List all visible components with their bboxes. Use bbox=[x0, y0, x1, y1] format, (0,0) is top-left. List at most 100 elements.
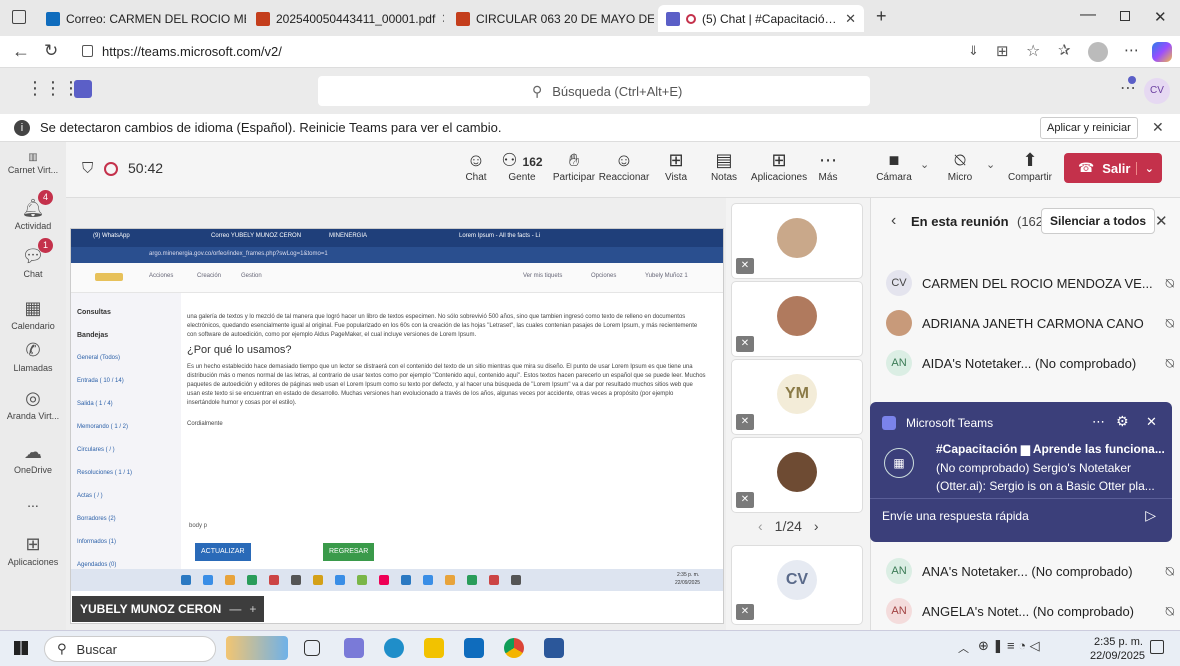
chevron-left-icon[interactable]: ‹ bbox=[758, 518, 763, 534]
chevron-left-icon[interactable]: ‹ bbox=[891, 212, 896, 230]
participant-row[interactable]: CV CARMEN DEL ROCIO MENDOZA VE... ⍉ bbox=[886, 268, 1174, 298]
video-tile[interactable]: YM ✕ bbox=[732, 360, 862, 434]
close-icon[interactable]: ✕ bbox=[1155, 212, 1168, 230]
rail-item-carnet[interactable]: ▥ Carnet Virt... bbox=[0, 152, 66, 175]
send-icon[interactable]: ▷ bbox=[1145, 507, 1156, 524]
chevron-down-icon[interactable]: ⌄ bbox=[920, 158, 929, 171]
copilot-icon[interactable] bbox=[1152, 42, 1172, 62]
app-launcher-icon[interactable]: ⋮⋮⋮ bbox=[26, 78, 80, 99]
video-tile[interactable]: ✕ bbox=[732, 204, 862, 278]
mic-button[interactable]: ⍉ Micro bbox=[934, 150, 986, 183]
site-info-icon[interactable] bbox=[82, 45, 93, 57]
close-icon[interactable]: ✕ bbox=[839, 11, 856, 27]
quick-reply-input[interactable]: Envíe una respuesta rápida ▷ bbox=[870, 498, 1172, 532]
favorite-star-icon[interactable]: ☆ bbox=[1026, 41, 1040, 61]
share-button[interactable]: ⬆ Compartir bbox=[1002, 150, 1058, 183]
shared-clock-date: 22/09/2025 bbox=[675, 580, 701, 586]
close-icon[interactable]: ✕ bbox=[1152, 119, 1164, 136]
recording-icon bbox=[104, 162, 118, 176]
close-icon[interactable]: ✕ bbox=[1146, 414, 1157, 430]
tray-icons[interactable]: ⊕ ❚ ≡ ◔ ◁ bbox=[978, 638, 1040, 654]
rail-item-apps[interactable]: ⊞ Aplicaciones bbox=[0, 534, 66, 567]
outlook-icon[interactable] bbox=[464, 638, 484, 658]
browser-tab-teams[interactable]: (5) Chat | #Capacitación ▆ A ✕ bbox=[658, 5, 864, 32]
participant-name: AIDA's Notetaker... (No comprobado) bbox=[922, 355, 1137, 371]
rail-item-chat[interactable]: 💬︎ Chat bbox=[0, 246, 66, 279]
url-text[interactable]: https://teams.microsoft.com/v2/ bbox=[102, 44, 282, 59]
apply-restart-button[interactable]: Aplicar y reiniciar bbox=[1040, 117, 1138, 139]
camera-button[interactable]: ■ Cámara bbox=[868, 150, 920, 183]
refresh-icon[interactable]: ↻ bbox=[44, 41, 58, 61]
new-tab-icon[interactable]: + bbox=[876, 6, 887, 27]
teams-notification-toast[interactable]: Microsoft Teams ⋯ ⚙ ✕ ▦ #Capacitación ▆ … bbox=[870, 402, 1172, 542]
edge-icon[interactable] bbox=[384, 638, 404, 658]
window-close-icon[interactable]: ✕ bbox=[1154, 8, 1167, 26]
word-icon[interactable] bbox=[544, 638, 564, 658]
rail-item-calendar[interactable]: ▦ Calendario bbox=[0, 298, 66, 331]
toast-body: (Otter.ai): Sergio is on a Basic Otter p… bbox=[936, 479, 1155, 493]
video-tile[interactable]: ✕ bbox=[732, 438, 862, 512]
more-icon[interactable]: ⋯ bbox=[1092, 414, 1105, 430]
settings-icon[interactable]: ⚙ bbox=[1116, 413, 1129, 430]
rail-item-activity[interactable]: 🔔︎ Actividad bbox=[0, 198, 66, 231]
search-input[interactable]: ⚲ Búsqueda (Ctrl+Alt+E) bbox=[318, 76, 870, 106]
task-view-icon[interactable] bbox=[304, 640, 320, 656]
apps-button[interactable]: ⊞ Aplicaciones bbox=[748, 150, 810, 183]
chrome-icon[interactable] bbox=[504, 638, 524, 658]
close-icon[interactable]: ✕ bbox=[435, 11, 444, 27]
taskbar-date[interactable]: 22/09/2025 bbox=[1090, 650, 1145, 662]
browser-tab-pdf-1[interactable]: 202540050443411_00001.pdf ✕ bbox=[248, 5, 444, 32]
shared-tab: MINENERGIA bbox=[329, 233, 368, 239]
view-button[interactable]: ⊞ Vista bbox=[650, 150, 702, 183]
avatar[interactable]: CV bbox=[1144, 78, 1170, 104]
rail-item-onedrive[interactable]: ☁︎ OneDrive bbox=[0, 442, 66, 475]
react-button[interactable]: ☺ Reaccionar bbox=[598, 150, 650, 183]
tool-label: Cámara bbox=[876, 172, 912, 183]
favorites-icon[interactable]: ✰ bbox=[1058, 41, 1071, 59]
download-icon[interactable]: ⇓ bbox=[968, 43, 979, 59]
file-explorer-icon[interactable] bbox=[424, 638, 444, 658]
chevron-right-icon[interactable]: › bbox=[814, 518, 819, 534]
split-screen-icon[interactable]: ⊞ bbox=[996, 42, 1009, 60]
more-icon[interactable]: ⋯ bbox=[1124, 41, 1139, 59]
video-tile[interactable]: CV ✕ bbox=[732, 546, 862, 624]
more-icon: ... bbox=[27, 494, 39, 510]
more-button[interactable]: ⋯ Más bbox=[802, 150, 854, 183]
rail-item-more[interactable]: ... bbox=[0, 494, 66, 510]
plus-icon[interactable]: + bbox=[249, 602, 256, 616]
chevron-down-icon[interactable]: ⌄ bbox=[986, 158, 995, 171]
shared-taskbar-icon bbox=[313, 575, 323, 585]
video-tile[interactable]: ✕ bbox=[732, 282, 862, 356]
participant-initials: CV bbox=[886, 270, 912, 296]
rail-item-aranda[interactable]: ◎ Aranda Virt... bbox=[0, 388, 66, 421]
participant-row[interactable]: ADRIANA JANETH CARMONA CANO ⍉ bbox=[886, 308, 1174, 338]
mute-all-button[interactable]: Silenciar a todos bbox=[1041, 208, 1156, 234]
raise-hand-button[interactable]: ✋︎ Participar bbox=[548, 150, 600, 183]
tool-label: Micro bbox=[947, 172, 973, 183]
profile-icon[interactable] bbox=[1088, 42, 1108, 62]
back-icon[interactable]: ← bbox=[12, 41, 30, 62]
rail-item-calls[interactable]: ✆ Llamadas bbox=[0, 340, 66, 373]
chat-button[interactable]: ☺ Chat bbox=[450, 150, 502, 183]
taskbar-time[interactable]: 2:35 p. m. bbox=[1094, 636, 1143, 648]
tab-actions-icon[interactable] bbox=[12, 10, 26, 24]
tool-label: Chat bbox=[465, 172, 487, 183]
taskbar-search[interactable]: ⚲ Buscar bbox=[44, 636, 216, 662]
participant-row[interactable]: AN AIDA's Notetaker... (No comprobado) ⍉ bbox=[886, 348, 1174, 378]
restore-icon[interactable] bbox=[1120, 11, 1130, 21]
browser-tab-pdf-2[interactable]: CIRCULAR 063 20 DE MAYO DE 2( ✕ bbox=[448, 5, 654, 32]
people-button[interactable]: ⚇ 162 Gente bbox=[496, 150, 548, 183]
leave-button[interactable]: ☎ Salir ⌄ bbox=[1064, 153, 1162, 183]
tray-chevron-up-icon[interactable]: ︿ bbox=[958, 640, 969, 656]
shared-tab-strip: (9) WhatsApp Correo YUBELY MUNOZ CERON M… bbox=[71, 229, 723, 247]
participant-row[interactable]: AN ANA's Notetaker... (No comprobado) ⍉ bbox=[886, 556, 1174, 586]
news-widget-icon[interactable] bbox=[226, 636, 288, 660]
search-placeholder: Búsqueda (Ctrl+Alt+E) bbox=[552, 83, 683, 99]
participant-row[interactable]: AN ANGELA's Notet... (No comprobado) ⍉ bbox=[886, 596, 1174, 626]
photos-app-icon[interactable] bbox=[344, 638, 364, 658]
browser-tab-mail[interactable]: Correo: CARMEN DEL ROCIO ME ✕ bbox=[38, 5, 246, 32]
notifications-icon[interactable] bbox=[1150, 640, 1164, 654]
windows-start-icon[interactable] bbox=[14, 641, 28, 655]
notes-button[interactable]: ▤ Notas bbox=[698, 150, 750, 183]
minimize-icon[interactable]: — bbox=[1080, 6, 1096, 24]
